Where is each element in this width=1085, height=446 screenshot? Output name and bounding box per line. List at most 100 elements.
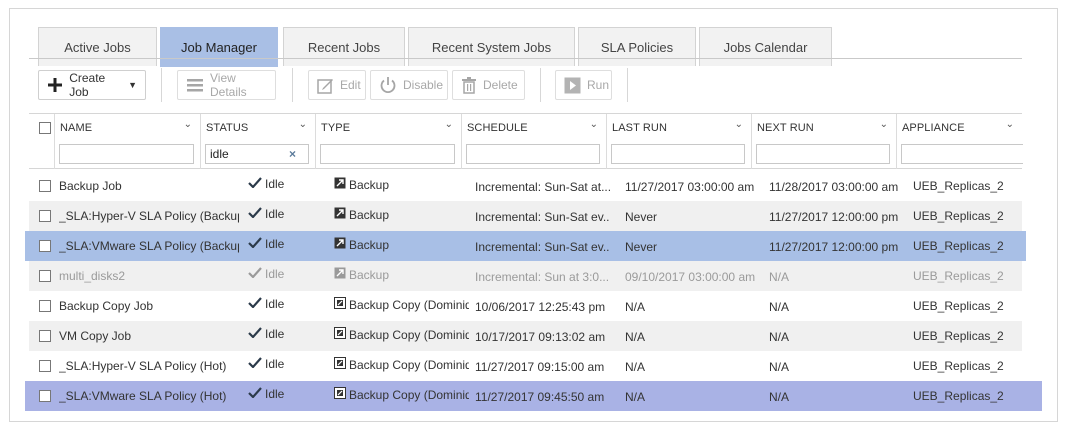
row-checkbox[interactable] xyxy=(39,360,51,372)
tab-label: SLA Policies xyxy=(600,39,674,55)
cell-type: Backup Copy (Dominique... xyxy=(334,327,469,342)
column-header-last-run[interactable]: LAST RUN ⌄ xyxy=(606,114,751,169)
table-row[interactable]: _SLA:VMware SLA Policy (Hot) Idle Backup C… xyxy=(25,381,1042,411)
table-row[interactable]: Backup Job Idle Backup Incremental: Sun-Sat… xyxy=(29,171,1022,201)
row-checkbox[interactable] xyxy=(39,210,51,222)
type-text: Backup Copy (Dominique... xyxy=(349,358,469,372)
chevron-down-icon[interactable]: ⌄ xyxy=(590,119,598,130)
column-label: LAST RUN xyxy=(612,122,667,134)
tab-active-jobs[interactable]: Active Jobs xyxy=(38,27,157,66)
table-row[interactable]: Backup Copy Job Idle Backup Copy (Dominiqu… xyxy=(29,291,1022,321)
delete-label: Delete xyxy=(483,78,518,92)
backup-copy-icon xyxy=(334,297,346,312)
disable-button[interactable]: Disable xyxy=(370,70,448,100)
row-checkbox[interactable] xyxy=(39,300,51,312)
tab-label: Recent Jobs xyxy=(307,39,381,55)
chevron-down-icon[interactable]: ⌄ xyxy=(445,119,453,130)
table-row[interactable]: multi_disks2 Idle Backup Incremental: Sun a… xyxy=(29,261,1022,291)
column-header-name[interactable]: NAME ⌄ xyxy=(54,114,200,169)
cell-status: Idle xyxy=(248,297,308,311)
cell-name: _SLA:VMware SLA Policy (Hot) xyxy=(59,389,227,403)
column-header-status[interactable]: STATUS ⌄ × xyxy=(200,114,315,169)
tab-jobs-calendar[interactable]: Jobs Calendar xyxy=(699,27,832,66)
row-checkbox[interactable] xyxy=(39,330,51,342)
delete-button[interactable]: Delete xyxy=(452,70,525,100)
row-checkbox[interactable] xyxy=(39,390,51,402)
status-text: Idle xyxy=(265,267,285,281)
cell-next-run: N/A xyxy=(769,300,790,314)
tab-label: Jobs Calendar xyxy=(723,39,808,55)
checkmark-icon xyxy=(248,237,262,251)
select-all-checkbox[interactable] xyxy=(39,122,51,134)
tab-job-manager[interactable]: Job Manager xyxy=(160,27,278,67)
backup-icon xyxy=(334,177,346,192)
run-button[interactable]: Run xyxy=(555,70,612,100)
row-checkbox[interactable] xyxy=(39,270,51,282)
type-text: Backup Copy (Dominique... xyxy=(349,328,469,342)
name-filter-input[interactable] xyxy=(59,144,194,164)
cell-schedule: Incremental: Sun-Sat ev... xyxy=(475,210,610,224)
cell-next-run: N/A xyxy=(769,390,790,404)
checkmark-icon xyxy=(248,387,262,401)
status-text: Idle xyxy=(265,327,285,341)
cell-next-run: 11/27/2017 12:00:00 pm xyxy=(769,210,899,224)
next-run-filter-input[interactable] xyxy=(756,144,890,164)
cell-last-run: 11/27/2017 03:00:00 am xyxy=(625,180,755,194)
toolbar-separator xyxy=(161,68,162,102)
column-header-type[interactable]: TYPE ⌄ xyxy=(315,114,461,169)
tab-recent-system-jobs[interactable]: Recent System Jobs xyxy=(408,27,575,66)
schedule-filter-input[interactable] xyxy=(466,144,600,164)
type-text: Backup Copy (Dominique... xyxy=(349,298,469,312)
backup-copy-icon xyxy=(334,387,346,402)
cell-schedule: 11/27/2017 09:45:50 am xyxy=(475,390,605,404)
row-checkbox[interactable] xyxy=(39,240,51,252)
cell-appliance: UEB_Replicas_2 xyxy=(913,239,1004,253)
table-row[interactable]: _SLA:VMware SLA Policy (Backup) Idle Backu… xyxy=(25,231,1026,261)
type-filter-input[interactable] xyxy=(320,144,455,164)
column-label: APPLIANCE xyxy=(902,122,965,134)
row-checkbox[interactable] xyxy=(39,180,51,192)
cell-last-run: 09/10/2017 03:00:00 am xyxy=(625,270,756,284)
chevron-down-icon[interactable]: ⌄ xyxy=(184,119,192,130)
status-text: Idle xyxy=(265,297,285,311)
create-job-button[interactable]: Create Job ▼ xyxy=(38,70,146,100)
table-row[interactable]: _SLA:Hyper-V SLA Policy (Hot) Idle Backup … xyxy=(29,351,1022,381)
column-label: STATUS xyxy=(206,122,249,134)
cell-appliance: UEB_Replicas_2 xyxy=(913,179,1004,193)
edit-button[interactable]: Edit xyxy=(308,70,366,100)
column-header-schedule[interactable]: SCHEDULE ⌄ xyxy=(461,114,606,169)
clear-filter-icon[interactable]: × xyxy=(289,147,296,161)
last-run-filter-input[interactable] xyxy=(611,144,745,164)
cell-appliance: UEB_Replicas_2 xyxy=(913,269,1004,283)
run-label: Run xyxy=(587,78,610,92)
tab-recent-jobs[interactable]: Recent Jobs xyxy=(283,27,405,66)
dropdown-caret-icon: ▼ xyxy=(128,80,137,90)
chevron-down-icon[interactable]: ⌄ xyxy=(1006,119,1014,130)
table-row[interactable]: _SLA:Hyper-V SLA Policy (Backup) Idle Back… xyxy=(29,201,1022,231)
chevron-down-icon[interactable]: ⌄ xyxy=(299,119,307,130)
cell-type: Backup xyxy=(334,207,469,222)
checkmark-icon xyxy=(248,327,262,341)
checkmark-icon xyxy=(248,297,262,311)
checkmark-icon xyxy=(248,177,262,191)
view-details-button[interactable]: View Details xyxy=(177,70,276,100)
cell-last-run: Never xyxy=(625,240,658,254)
cell-status: Idle xyxy=(248,387,308,401)
table-row[interactable]: VM Copy Job Idle Backup Copy (Dominique...… xyxy=(29,321,1022,351)
cell-next-run: 11/28/2017 03:00:00 am xyxy=(769,180,899,194)
status-text: Idle xyxy=(265,177,285,191)
chevron-down-icon[interactable]: ⌄ xyxy=(880,119,888,130)
type-text: Backup Copy (Dominique... xyxy=(349,388,469,402)
cell-schedule: 11/27/2017 09:15:00 am xyxy=(475,360,605,374)
cell-name: multi_disks2 xyxy=(59,269,126,283)
chevron-down-icon[interactable]: ⌄ xyxy=(735,119,743,130)
cell-name: Backup Job xyxy=(59,179,122,193)
tab-sla-policies[interactable]: SLA Policies xyxy=(578,27,696,66)
column-header-next-run[interactable]: NEXT RUN ⌄ xyxy=(751,114,896,169)
cell-next-run: N/A xyxy=(769,360,790,374)
column-header-appliance[interactable]: APPLIANCE ⌄ xyxy=(896,114,1023,169)
appliance-filter-input[interactable] xyxy=(901,144,1023,164)
cell-next-run: N/A xyxy=(769,330,790,344)
power-icon xyxy=(379,76,397,94)
list-details-icon xyxy=(186,76,204,94)
